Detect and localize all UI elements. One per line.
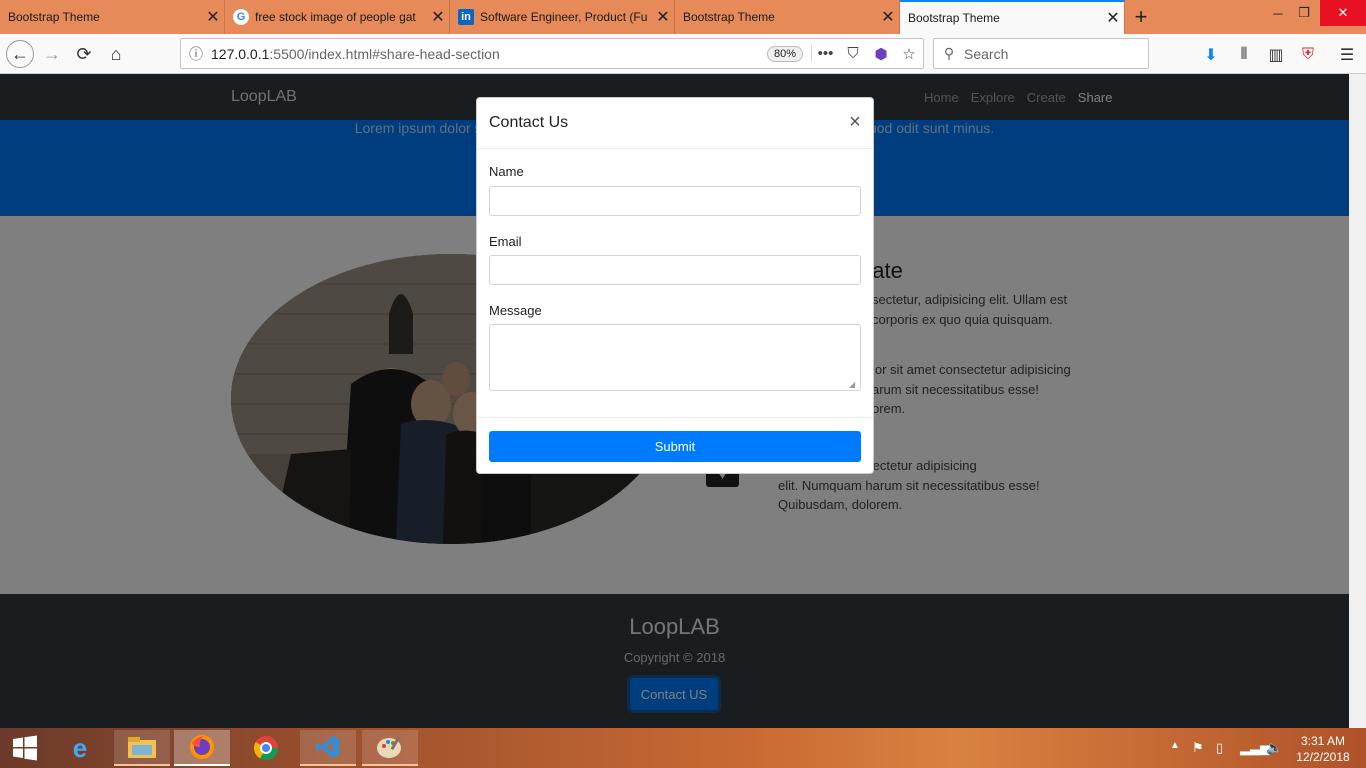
- windows-icon: [13, 735, 37, 761]
- tab-title: Bootstrap Theme: [908, 11, 1000, 25]
- clock-date: 12/2/2018: [1296, 750, 1350, 764]
- info-icon[interactable]: ⓘ: [181, 44, 211, 64]
- url-bar[interactable]: ⓘ 127.0.0.1:5500/index.html#share-head-s…: [180, 38, 924, 69]
- menu-icon[interactable]: ☰: [1336, 44, 1358, 66]
- url-host: 127.0.0.1: [211, 45, 270, 62]
- back-button[interactable]: ←: [6, 40, 34, 68]
- browser-tab-active[interactable]: Bootstrap Theme ✕: [900, 0, 1125, 34]
- download-icon[interactable]: ⬇: [1200, 44, 1222, 66]
- internet-explorer-icon[interactable]: e: [52, 730, 108, 766]
- clock-time: 3:31 AM: [1300, 734, 1346, 748]
- tab-title: Software Engineer, Product (Fu: [480, 10, 648, 24]
- window-close-button[interactable]: ✕: [1320, 0, 1366, 26]
- extension-icon[interactable]: ⬢: [867, 45, 895, 63]
- battery-icon[interactable]: ▯: [1216, 740, 1223, 756]
- url-text[interactable]: 127.0.0.1:5500/index.html#share-head-sec…: [211, 46, 767, 62]
- volume-icon[interactable]: 🔈: [1266, 740, 1282, 756]
- linkedin-icon: in: [458, 9, 474, 25]
- name-label: Name: [489, 164, 524, 179]
- search-icon: ⚲: [943, 45, 955, 61]
- windows-taskbar: e ▲ ⚑ ▯ ▂▃▅ 🔈 3:31 AM 12/2/2018: [0, 728, 1366, 768]
- email-label: Email: [489, 234, 522, 249]
- tab-title: Bootstrap Theme: [8, 10, 100, 24]
- sidebar-icon[interactable]: ▥: [1265, 44, 1287, 66]
- forward-button[interactable]: →: [38, 40, 66, 68]
- search-bar[interactable]: ⚲ Search: [933, 38, 1149, 69]
- browser-tab[interactable]: Bootstrap Theme ✕: [0, 0, 225, 34]
- tab-close-icon[interactable]: ✕: [427, 7, 449, 27]
- paint-icon[interactable]: [362, 730, 418, 766]
- page-actions-icon[interactable]: •••: [811, 45, 839, 62]
- contact-modal: Contact Us × Name Email Message ◢ Submit: [476, 97, 874, 474]
- modal-header: Contact Us ×: [477, 98, 873, 149]
- home-button[interactable]: ⌂: [102, 40, 130, 68]
- message-field[interactable]: [489, 324, 861, 391]
- chrome-icon[interactable]: [238, 730, 294, 766]
- modal-title: Contact Us: [489, 114, 569, 131]
- vscode-icon[interactable]: [300, 730, 356, 766]
- tab-bar: Bootstrap Theme ✕ G free stock image of …: [0, 0, 1366, 34]
- start-button[interactable]: [0, 728, 50, 768]
- browser-toolbar: ← → ⟳ ⌂ ⓘ 127.0.0.1:5500/index.html#shar…: [0, 34, 1366, 74]
- page-scrollbar[interactable]: [1349, 74, 1366, 728]
- browser-tab[interactable]: G free stock image of people gat ✕: [225, 0, 450, 34]
- tab-close-icon[interactable]: ✕: [652, 7, 674, 27]
- url-path: :5500/index.html#share-head-section: [269, 45, 500, 62]
- bookmark-star-icon[interactable]: ☆: [895, 45, 923, 63]
- firefox-icon[interactable]: [174, 730, 230, 766]
- reload-button[interactable]: ⟳: [70, 40, 98, 68]
- modal-close-icon[interactable]: ×: [845, 110, 865, 134]
- pocket-icon[interactable]: ⛉: [839, 45, 867, 62]
- shield-icon[interactable]: ⛨: [1297, 44, 1319, 66]
- browser-tab[interactable]: Bootstrap Theme ✕: [675, 0, 900, 34]
- tray-chevron-icon[interactable]: ▲: [1170, 740, 1180, 751]
- email-field[interactable]: [489, 255, 861, 285]
- modal-divider: [477, 417, 873, 418]
- library-icon[interactable]: ⫴: [1233, 44, 1255, 66]
- flag-icon[interactable]: ⚑: [1192, 740, 1204, 756]
- browser-tab[interactable]: in Software Engineer, Product (Fu ✕: [450, 0, 675, 34]
- zoom-level[interactable]: 80%: [766, 45, 803, 62]
- submit-button[interactable]: Submit: [489, 431, 861, 462]
- tab-close-icon[interactable]: ✕: [1102, 8, 1124, 28]
- resize-handle-icon[interactable]: ◢: [849, 380, 858, 389]
- name-field[interactable]: [489, 186, 861, 216]
- page-viewport: LoopLAB Home Explore Create Share Share …: [0, 74, 1349, 728]
- google-icon: G: [233, 9, 249, 25]
- tab-title: Bootstrap Theme: [683, 10, 775, 24]
- message-label: Message: [489, 303, 542, 318]
- system-clock[interactable]: 3:31 AM 12/2/2018: [1290, 733, 1356, 765]
- tab-title: free stock image of people gat: [255, 10, 416, 24]
- restore-button[interactable]: ❐: [1286, 0, 1322, 26]
- tab-close-icon[interactable]: ✕: [877, 7, 899, 27]
- new-tab-button[interactable]: +: [1126, 0, 1156, 34]
- tab-close-icon[interactable]: ✕: [202, 7, 224, 27]
- search-placeholder: Search: [964, 45, 1009, 62]
- file-explorer-icon[interactable]: [114, 730, 170, 766]
